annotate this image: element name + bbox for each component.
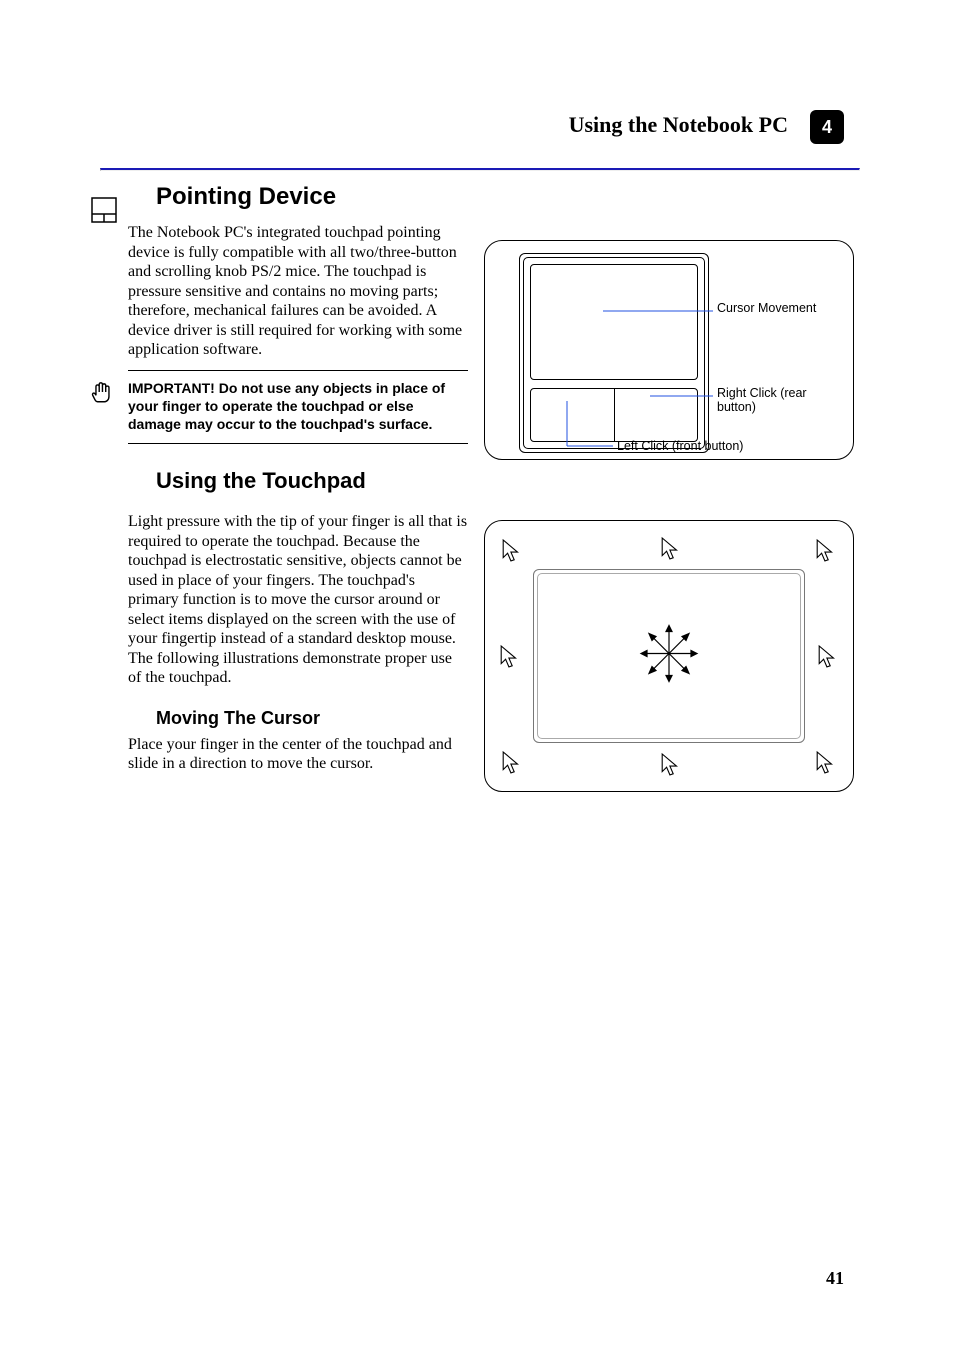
important-callout: IMPORTANT! Do not use any objects in pla… <box>128 379 468 434</box>
cursor-icon <box>815 537 837 565</box>
header-rule <box>100 168 860 171</box>
callout-rule-bottom <box>128 443 468 444</box>
label-right-click: Right Click (rear button) <box>717 386 837 415</box>
cursor-icon <box>660 535 682 563</box>
cursor-icon <box>499 643 521 671</box>
section-header: Using the Notebook PC 4 <box>100 110 854 144</box>
touchpad-diagram: Cursor Movement Right Click (rear button… <box>484 240 854 460</box>
moving-cursor-text: Place your finger in the center of the t… <box>128 735 468 774</box>
cursor-icon <box>660 751 682 779</box>
cursor-icon <box>817 643 839 671</box>
cursor-icon <box>815 749 837 777</box>
callout-rule-top <box>128 370 468 371</box>
label-cursor-movement: Cursor Movement <box>717 301 837 315</box>
page-number: 41 <box>826 1268 844 1289</box>
cursor-icon <box>501 749 523 777</box>
label-left-click: Left Click (front button) <box>617 439 787 453</box>
heading-using-touchpad: Using the Touchpad <box>156 468 854 494</box>
heading-pointing-device: Pointing Device <box>156 183 854 211</box>
using-touchpad-text: Light pressure with the tip of your fing… <box>128 512 468 688</box>
important-hand-icon <box>90 379 118 407</box>
cursor-icon <box>501 537 523 565</box>
cursor-directions-diagram <box>484 520 854 792</box>
section-badge: 4 <box>810 110 844 144</box>
direction-arrows-icon <box>639 624 699 689</box>
touchpad-icon <box>90 196 118 224</box>
pointing-device-text: The Notebook PC's integrated touchpad po… <box>128 223 468 360</box>
header-text: Using the Notebook PC <box>569 112 788 137</box>
